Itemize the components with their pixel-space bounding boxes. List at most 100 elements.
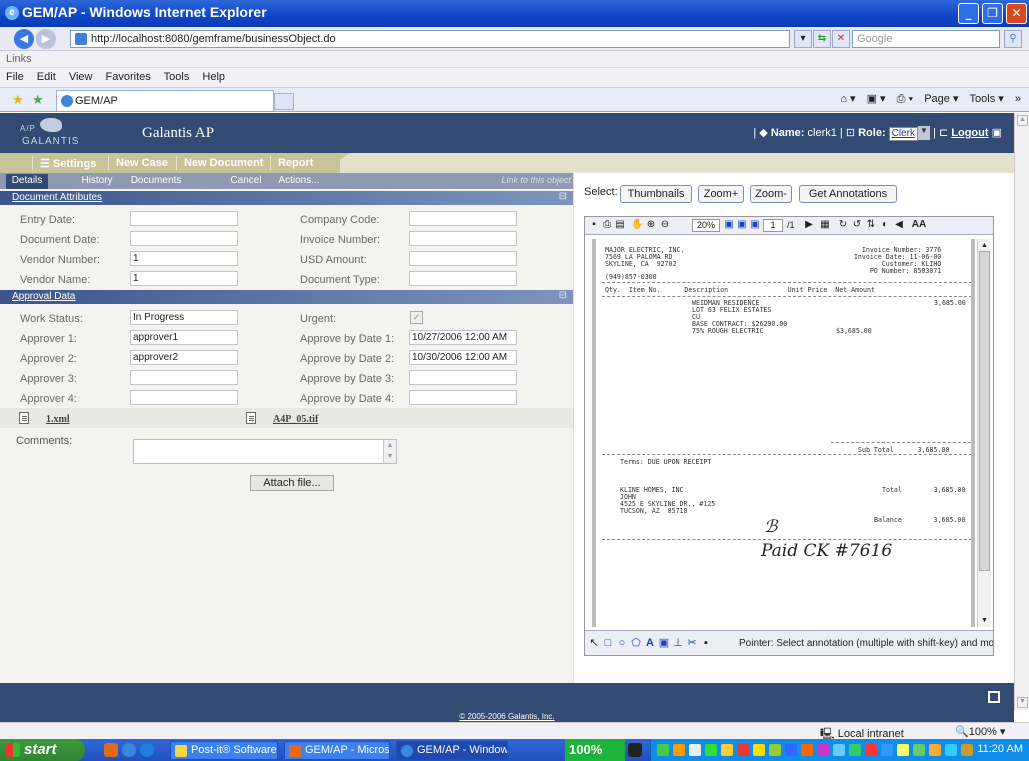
tray-icon[interactable] bbox=[817, 744, 829, 756]
entry-date-field[interactable] bbox=[130, 211, 238, 226]
save-annotations-icon[interactable]: ▪ bbox=[700, 637, 712, 649]
invoice-number-field[interactable] bbox=[409, 231, 517, 246]
viewer-scroll-down[interactable]: ▼ bbox=[979, 615, 990, 626]
note-icon[interactable]: ▣ bbox=[658, 637, 670, 649]
file-link-xml[interactable]: 1.xml bbox=[46, 414, 70, 425]
url-field[interactable]: http://localhost:8080/gemframe/businessO… bbox=[70, 30, 790, 48]
zoom-indicator[interactable]: 100% bbox=[565, 739, 625, 761]
role-dropdown-icon[interactable]: ▼ bbox=[918, 126, 931, 140]
window-icon[interactable]: ▣ bbox=[992, 127, 1002, 139]
invert-icon[interactable]: ◐ bbox=[879, 219, 891, 231]
polygon-icon[interactable]: ⬠ bbox=[630, 637, 642, 649]
comments-scrollbar[interactable]: ▲ ▼ bbox=[383, 440, 396, 463]
link-to-object[interactable]: Link to this object bbox=[501, 175, 571, 185]
cancel-button[interactable]: Cancel bbox=[226, 174, 266, 189]
tray-icon[interactable] bbox=[881, 744, 893, 756]
links-label[interactable]: Links bbox=[6, 53, 32, 65]
quicklaunch-app-icon[interactable] bbox=[104, 743, 118, 757]
task-postit[interactable]: Post-it® Software... bbox=[170, 741, 278, 760]
document-date-field[interactable] bbox=[130, 231, 238, 246]
usd-amount-field[interactable] bbox=[409, 251, 517, 266]
tray-icon[interactable] bbox=[913, 744, 925, 756]
work-status-field[interactable]: In Progress bbox=[130, 310, 238, 325]
page-scrollbar[interactable]: ▲ ▼ bbox=[1014, 113, 1029, 710]
stamp-icon[interactable]: ⊥ bbox=[672, 637, 684, 649]
flip-icon[interactable]: ⇅ bbox=[865, 219, 877, 231]
add-favorite-icon[interactable]: ★ bbox=[32, 92, 44, 108]
nav-report[interactable]: Report bbox=[278, 157, 313, 169]
viewer-scroll-up[interactable]: ▲ bbox=[979, 240, 990, 251]
task-gemap-microsoft[interactable]: GEM/AP - Microso... bbox=[284, 741, 390, 760]
print-icon[interactable]: ⎙ bbox=[601, 219, 613, 231]
footer-window-icon[interactable] bbox=[988, 691, 1000, 703]
menu-file[interactable]: File bbox=[6, 71, 24, 83]
page-menu[interactable]: Page ▾ bbox=[924, 93, 958, 105]
zoom-level[interactable]: 20% bbox=[692, 219, 720, 232]
approve-date-4-field[interactable] bbox=[409, 390, 517, 405]
text-annotation-icon[interactable]: A bbox=[644, 637, 656, 649]
next-page-icon[interactable]: ▶ bbox=[803, 219, 815, 231]
tray-icon[interactable] bbox=[785, 744, 797, 756]
actions-menu[interactable]: Actions... bbox=[276, 174, 322, 189]
stop-button[interactable]: ✕ bbox=[832, 30, 850, 48]
copyright-link[interactable]: © 2005-2006 Galantis, Inc. bbox=[459, 712, 554, 721]
tray-icon[interactable] bbox=[897, 744, 909, 756]
scissors-icon[interactable]: ✂ bbox=[686, 637, 698, 649]
viewer-scroll-thumb[interactable] bbox=[979, 251, 990, 571]
menu-tools[interactable]: Tools bbox=[164, 71, 190, 83]
attach-file-button[interactable]: Attach file... bbox=[250, 475, 334, 491]
approve-date-3-field[interactable] bbox=[409, 370, 517, 385]
nav-settings[interactable]: ☰ Settings bbox=[40, 157, 96, 170]
zoom-out-button[interactable]: Zoom- bbox=[750, 185, 792, 203]
collapse-icon[interactable]: ⊟ bbox=[559, 290, 567, 301]
file-link-tif[interactable]: A4P_05.tif bbox=[273, 414, 318, 425]
scroll-up-button[interactable]: ▲ bbox=[1017, 115, 1028, 126]
close-button[interactable]: ✕ bbox=[1006, 3, 1027, 24]
scan-icon[interactable]: ▤ bbox=[614, 219, 626, 231]
start-button[interactable]: start bbox=[0, 739, 85, 761]
logout-link[interactable]: Logout bbox=[951, 127, 988, 139]
ellipse-icon[interactable]: ○ bbox=[616, 637, 628, 649]
nav-new-document[interactable]: New Document bbox=[184, 157, 263, 169]
section-document-attributes[interactable]: Document Attributes ⊟ bbox=[0, 191, 573, 205]
task-gemap-window[interactable]: GEM/AP - Window... bbox=[396, 741, 508, 760]
back-button[interactable]: ◀ bbox=[14, 29, 34, 49]
menu-view[interactable]: View bbox=[69, 71, 93, 83]
quicklaunch-ie-icon[interactable] bbox=[122, 743, 136, 757]
approver-4-field[interactable] bbox=[130, 390, 238, 405]
save-icon[interactable]: ▪ bbox=[588, 219, 600, 231]
prev-icon[interactable]: ◀ bbox=[893, 219, 905, 231]
approver-2-field[interactable]: approver2 bbox=[130, 350, 238, 365]
maximize-button[interactable]: ❐ bbox=[982, 3, 1003, 24]
tray-icon[interactable] bbox=[849, 744, 861, 756]
chevron-right-icon[interactable]: » bbox=[1015, 93, 1021, 105]
document-type-field[interactable] bbox=[409, 271, 517, 286]
rotate-left-icon[interactable]: ↺ bbox=[851, 219, 863, 231]
fit-height-icon[interactable]: ▣ bbox=[749, 219, 761, 231]
approve-date-2-field[interactable]: 10/30/2006 12:00 AM bbox=[409, 350, 517, 365]
company-code-field[interactable] bbox=[409, 211, 517, 226]
tray-icon[interactable] bbox=[705, 744, 717, 756]
vendor-number-field[interactable]: 1 bbox=[130, 251, 238, 266]
new-tab-button[interactable] bbox=[274, 93, 294, 110]
tray-icon[interactable] bbox=[673, 744, 685, 756]
role-select[interactable]: Clerk bbox=[888, 127, 919, 141]
viewer-scrollbar[interactable]: ▲ ▼ bbox=[977, 239, 991, 627]
rectangle-icon[interactable]: □ bbox=[602, 637, 614, 649]
print-icon[interactable]: ⎙ ▾ bbox=[897, 93, 913, 105]
menu-favorites[interactable]: Favorites bbox=[106, 71, 151, 83]
section-approval-data[interactable]: Approval Data ⊟ bbox=[0, 290, 573, 304]
font-size-icon[interactable]: AA bbox=[907, 219, 931, 231]
favorites-star-icon[interactable]: ★ bbox=[12, 92, 24, 108]
urgent-checkbox[interactable]: ✓ bbox=[410, 311, 423, 324]
search-input[interactable]: Google bbox=[852, 30, 1000, 48]
search-icon[interactable]: ⚲ bbox=[1004, 30, 1022, 48]
tray-icon[interactable] bbox=[769, 744, 781, 756]
forward-button[interactable]: ▶ bbox=[36, 29, 56, 49]
quicklaunch-browser-icon[interactable] bbox=[140, 743, 154, 757]
feeds-icon[interactable]: ▣ ▾ bbox=[867, 93, 886, 105]
tray-icon[interactable] bbox=[945, 744, 957, 756]
tray-icon[interactable] bbox=[929, 744, 941, 756]
collapse-icon[interactable]: ⊟ bbox=[559, 191, 567, 202]
tab-history[interactable]: History bbox=[78, 174, 116, 189]
